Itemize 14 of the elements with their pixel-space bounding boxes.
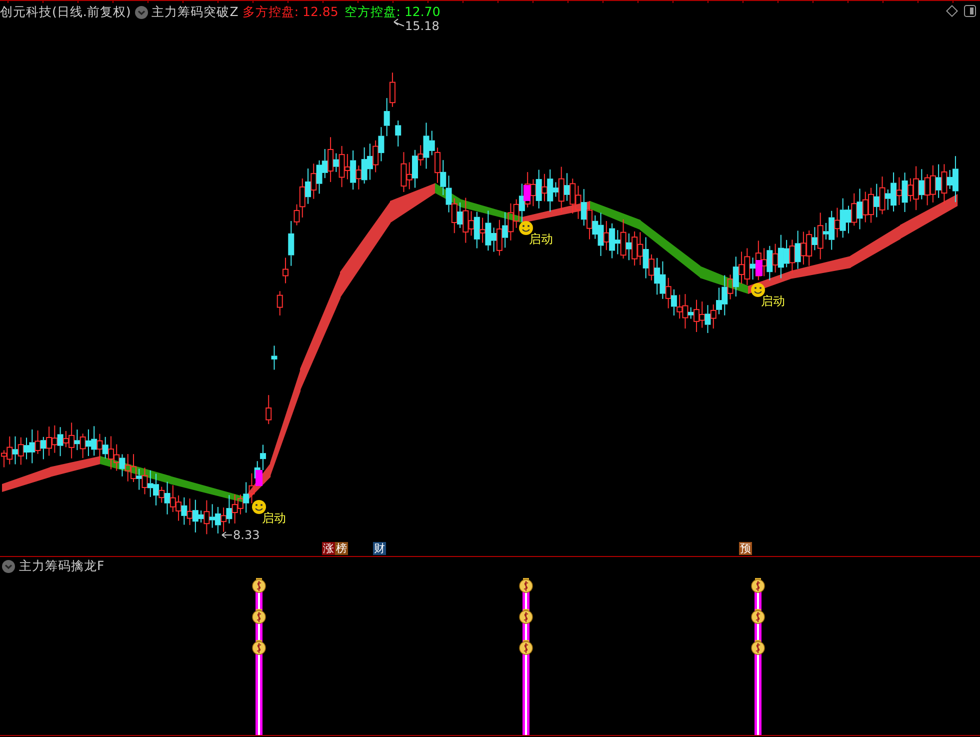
stock-title: 创元科技(日线.前复权) <box>0 2 131 21</box>
price-label: 15.18 <box>405 19 440 33</box>
indicator-name: 主力筹码突破Z <box>152 2 238 21</box>
event-badge[interactable]: 涨 <box>322 542 335 555</box>
event-badge[interactable]: 财 <box>373 542 386 555</box>
signal-label: 启动 <box>761 294 785 308</box>
event-badge[interactable]: 榜 <box>335 542 348 555</box>
signal-label: 启动 <box>262 511 286 525</box>
indicator-name: 主力筹码擒龙F <box>19 556 104 575</box>
price-label: 8.33 <box>233 528 260 542</box>
signal-label: 启动 <box>529 232 553 246</box>
event-badge[interactable]: 预 <box>739 542 752 555</box>
indicator-readout: 多方控盘: 12.85 <box>242 2 338 21</box>
indicator-readout: 空方控盘: 12.70 <box>344 2 440 21</box>
